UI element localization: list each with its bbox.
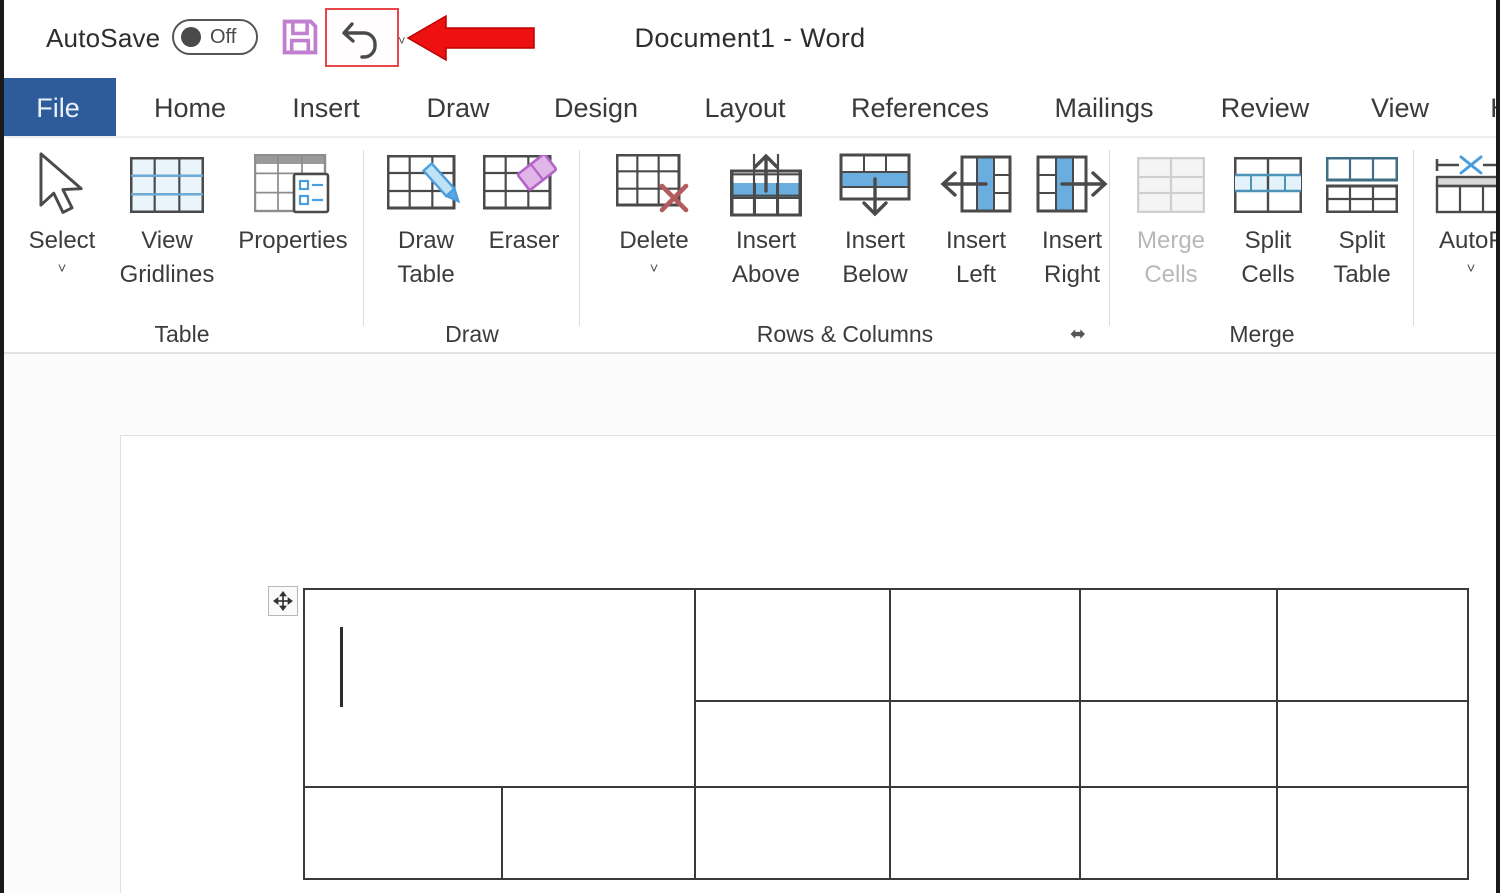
delete-table-icon: [616, 146, 692, 224]
select-button-label: Select: [29, 224, 96, 258]
insert-right-button-label: Insert: [1042, 224, 1102, 258]
select-button-dropdown-caret[interactable]: ˅: [58, 258, 67, 280]
autofit-button[interactable]: AutoF˅: [1426, 146, 1500, 280]
split-table-button-label-line2: Table: [1333, 258, 1390, 292]
draw-table-button-label: Draw: [398, 224, 454, 258]
merge-cells-icon: [1137, 146, 1205, 224]
table-bottom-vline-0: [501, 786, 503, 878]
delete-button-dropdown-caret[interactable]: ˅: [650, 258, 659, 280]
insert-above-button-label: Insert: [736, 224, 796, 258]
eraser-button-label: Eraser: [489, 224, 560, 258]
view-gridlines-button[interactable]: ViewGridlines: [108, 146, 226, 292]
autofit-button-dropdown-caret[interactable]: ˅: [1467, 258, 1476, 280]
tab-home[interactable]: Home: [124, 78, 256, 138]
page-title: Document1 - Word: [0, 23, 1500, 54]
table-top-vline-0: [694, 588, 696, 786]
insert-left-button-label: Insert: [946, 224, 1006, 258]
eraser-button[interactable]: Eraser: [474, 146, 574, 258]
split-cells-icon: [1234, 146, 1302, 224]
table-top-vline-2: [1079, 588, 1081, 786]
window-frame-right: [1496, 0, 1500, 893]
view-gridlines-button-label: View: [141, 224, 193, 258]
pencil-table-icon: [387, 146, 465, 224]
split-table-button[interactable]: SplitTable: [1312, 146, 1412, 292]
merge-cells-button-label-line2: Cells: [1144, 258, 1197, 292]
draw-table-button-label-line2: Table: [397, 258, 454, 292]
split-table-button-label: Split: [1339, 224, 1386, 258]
group-merge-title: Merge: [1110, 321, 1414, 348]
table-bottom-vline-2: [889, 786, 891, 878]
ribbon: Select˅ViewGridlinesPropertiesTableDrawT…: [0, 138, 1500, 352]
table-bottom-vline-3: [1079, 786, 1081, 878]
tab-view[interactable]: View: [1352, 78, 1448, 138]
insert-left-button[interactable]: InsertLeft: [928, 146, 1024, 292]
table-top-vline-3: [1276, 588, 1278, 786]
window-frame-left: [0, 0, 4, 893]
group-merge: MergeCellsSplitCellsSplitTableMerge: [1110, 138, 1414, 352]
table-row-line-1: [303, 786, 1469, 788]
table-row-line-0: [303, 588, 1469, 590]
delete-button[interactable]: Delete˅: [596, 146, 712, 280]
view-gridlines-button-label-line2: Gridlines: [120, 258, 215, 292]
delete-button-label: Delete: [619, 224, 688, 258]
title-bar: AutoSave Off ˅ Document1 - Word: [0, 0, 1500, 78]
ribbon-tab-strip: FileHomeInsertDrawDesign Layout References…: [0, 78, 1500, 138]
table-row-line-2: [303, 878, 1469, 880]
autofit-button-label: AutoF: [1439, 224, 1500, 258]
tab-references[interactable]: References: [828, 78, 1012, 138]
tab-design[interactable]: Design: [530, 78, 662, 138]
group-draw: DrawTableEraserDraw: [364, 138, 580, 352]
merge-cells-button-label: Merge: [1137, 224, 1205, 258]
table-outer-vline-0: [303, 588, 305, 878]
insert-below-button[interactable]: InsertBelow: [820, 146, 930, 292]
insert-below-button-label: Insert: [845, 224, 905, 258]
table-move-handle-icon[interactable]: [268, 586, 298, 616]
insert-below-button-label-line2: Below: [842, 258, 907, 292]
split-table-icon: [1326, 146, 1398, 224]
cursor-arrow-icon: [30, 146, 94, 224]
group-draw-title: Draw: [364, 321, 580, 348]
properties-button-label: Properties: [238, 224, 347, 258]
tab-mailings[interactable]: Mailings: [1032, 78, 1176, 138]
insert-above-icon: [730, 146, 802, 224]
draw-table-button[interactable]: DrawTable: [378, 146, 474, 292]
insert-below-icon: [839, 146, 911, 224]
table-top-mid-line: [694, 700, 1469, 702]
tab-layout[interactable]: Layout: [684, 78, 806, 138]
split-cells-button-label-line2: Cells: [1241, 258, 1294, 292]
group-rows-columns: Delete˅InsertAboveInsertBelowInsertLeftI…: [580, 138, 1110, 352]
insert-above-button[interactable]: InsertAbove: [710, 146, 822, 292]
group-table-title: Table: [0, 321, 364, 348]
split-cells-button-label: Split: [1245, 224, 1292, 258]
document-canvas[interactable]: [4, 370, 1496, 893]
select-button[interactable]: Select˅: [14, 146, 110, 280]
autofit-icon: [1433, 146, 1500, 224]
table-bottom-vline-1: [694, 786, 696, 878]
properties-button[interactable]: Properties: [222, 146, 364, 258]
tab-insert[interactable]: Insert: [266, 78, 386, 138]
group-rows-columns-title: Rows & Columns: [580, 321, 1110, 348]
insert-left-button-label-line2: Left: [956, 258, 996, 292]
grid-table-icon: [130, 146, 204, 224]
tab-file[interactable]: File: [0, 78, 116, 138]
merge-cells-button[interactable]: MergeCells: [1118, 146, 1224, 292]
table-outer-vline-1: [1467, 588, 1469, 878]
insert-right-button-label-line2: Right: [1044, 258, 1100, 292]
document-table[interactable]: [303, 588, 1469, 878]
group-table: Select˅ViewGridlinesPropertiesTable: [0, 138, 364, 352]
eraser-icon: [483, 146, 565, 224]
text-insertion-caret: [340, 627, 343, 707]
insert-right-icon: [1036, 146, 1108, 224]
table-properties-icon: [254, 146, 332, 224]
table-bottom-vline-4: [1276, 786, 1278, 878]
group-rows-columns-dialog-launcher-icon[interactable]: ⬌: [1070, 323, 1086, 346]
insert-left-icon: [940, 146, 1012, 224]
split-cells-button[interactable]: SplitCells: [1220, 146, 1316, 292]
group-cell-size: AutoF˅: [1414, 138, 1500, 352]
insert-above-button-label-line2: Above: [732, 258, 800, 292]
tab-draw[interactable]: Draw: [400, 78, 516, 138]
tab-review[interactable]: Review: [1202, 78, 1328, 138]
ribbon-lower-strip: [0, 354, 1500, 370]
table-top-vline-1: [889, 588, 891, 786]
